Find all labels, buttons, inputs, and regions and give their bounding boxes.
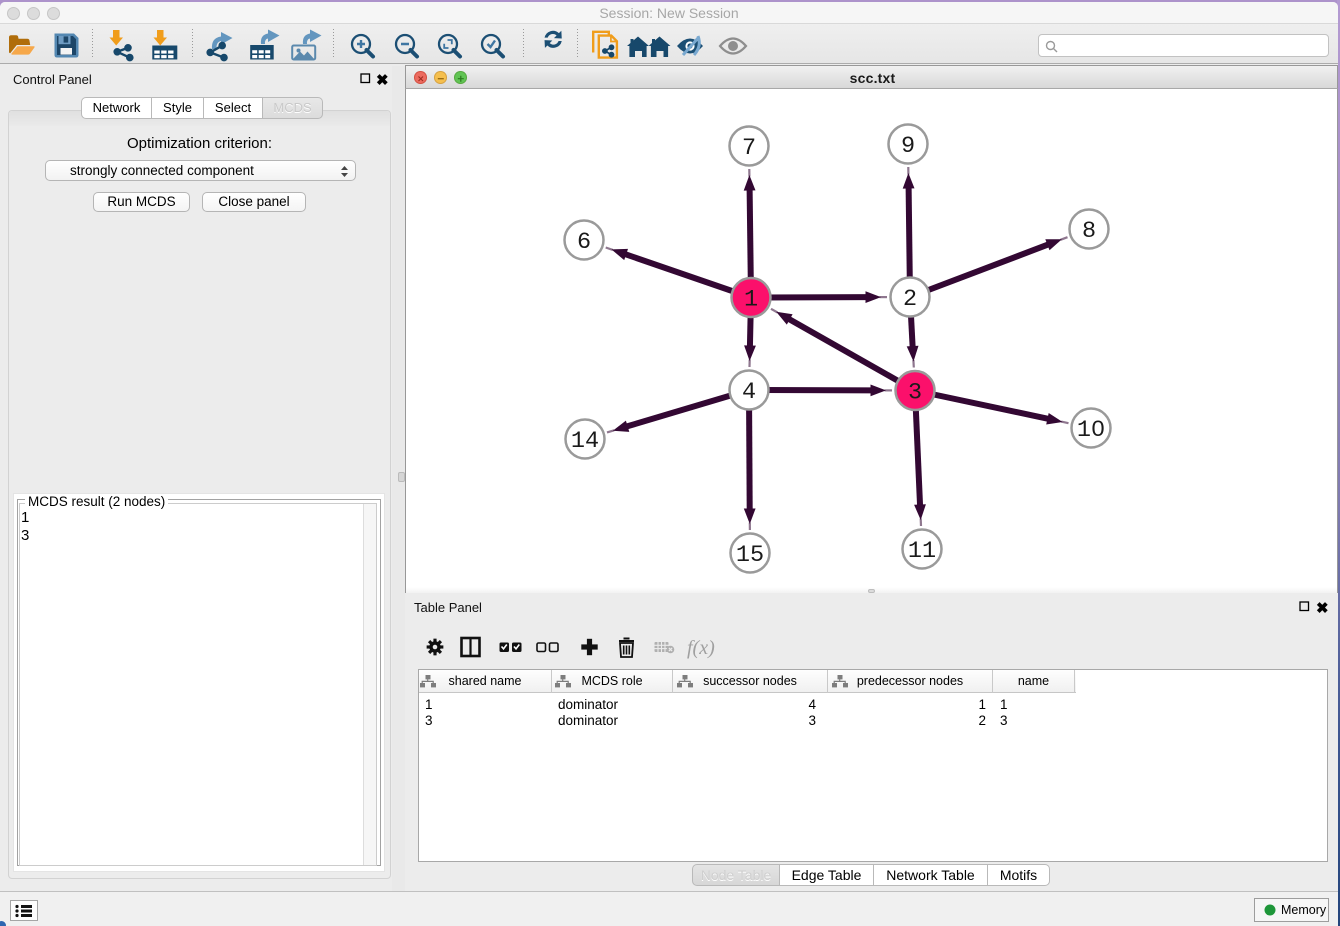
svg-text:1: 1 xyxy=(744,287,758,314)
svg-text:7: 7 xyxy=(742,135,756,162)
svg-text:9: 9 xyxy=(901,133,915,160)
svg-text:2: 2 xyxy=(903,286,917,313)
svg-text:11: 11 xyxy=(908,538,936,565)
svg-text:3: 3 xyxy=(908,380,922,407)
svg-text:f(x): f(x) xyxy=(687,637,715,659)
svg-text:8: 8 xyxy=(1082,218,1096,245)
svg-text:4: 4 xyxy=(742,379,756,406)
svg-text:6: 6 xyxy=(577,229,591,256)
svg-text:14: 14 xyxy=(571,428,599,455)
svg-text:15: 15 xyxy=(736,542,764,569)
